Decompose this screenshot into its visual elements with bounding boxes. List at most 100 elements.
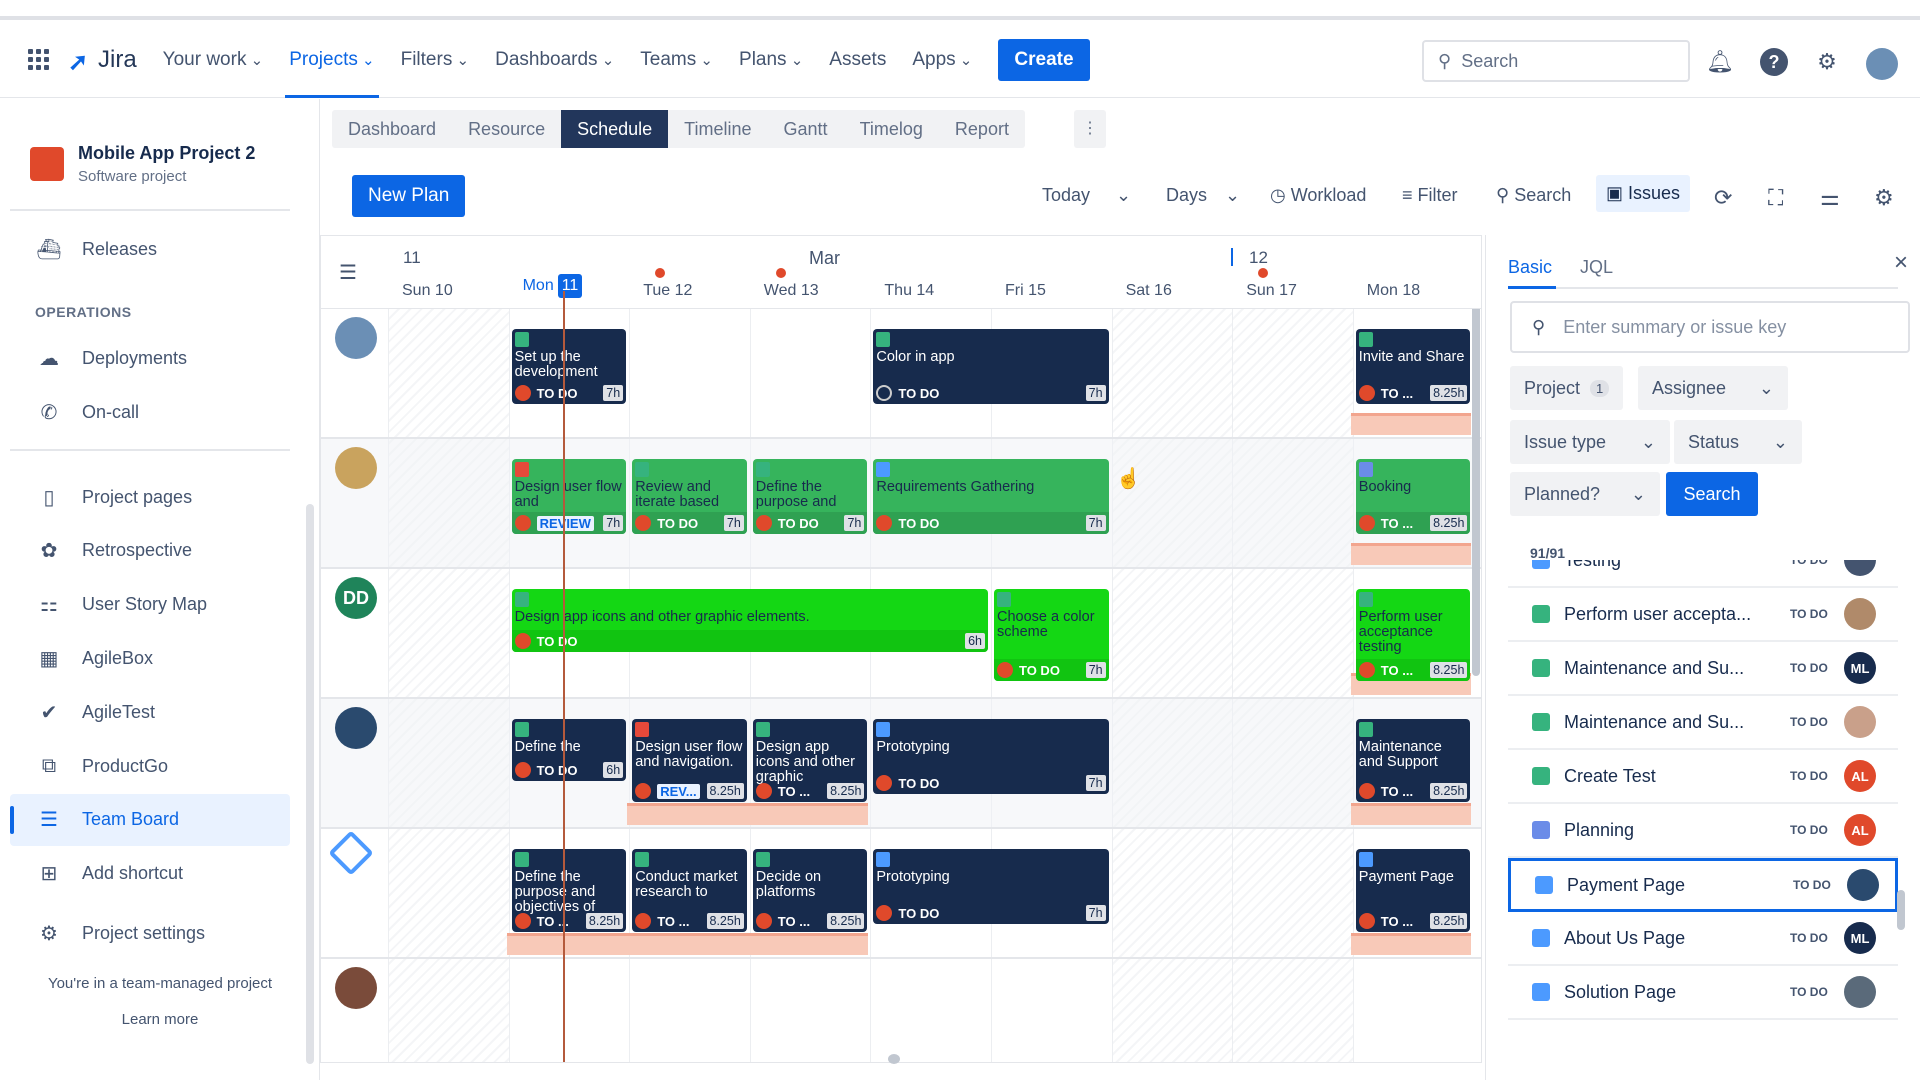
avatar[interactable] bbox=[335, 707, 377, 749]
project-filter[interactable]: Project 1 bbox=[1510, 366, 1624, 410]
task-card[interactable]: Define the purpose and objectives of TO .… bbox=[511, 849, 627, 932]
panel-search-button[interactable]: Search bbox=[1666, 472, 1758, 516]
task-card[interactable]: Design app icons and other graphic eleme… bbox=[511, 589, 988, 652]
task-card[interactable]: Choose a color scheme TO DO 7h bbox=[994, 589, 1109, 681]
task-card[interactable]: Perform user acceptance testing TO ... 8.2… bbox=[1355, 589, 1471, 681]
task-card[interactable]: Invite and Share TO ... 8.25h bbox=[1355, 329, 1471, 404]
create-button[interactable]: Create bbox=[998, 38, 1090, 81]
issue-list-item[interactable]: Maintenance and Su... TO DO ML bbox=[1508, 642, 1898, 696]
today-button[interactable]: Today ⌄ bbox=[1042, 185, 1131, 206]
planned-filter[interactable]: Planned? ⌄ bbox=[1510, 472, 1660, 516]
tab-gantt[interactable]: Gantt bbox=[768, 110, 844, 148]
nav-your-work[interactable]: Your work ⌄ bbox=[163, 22, 264, 98]
nav-teams[interactable]: Teams ⌄ bbox=[640, 22, 713, 98]
nav-dashboards[interactable]: Dashboards ⌄ bbox=[495, 22, 614, 98]
issue-list-item[interactable]: Maintenance and Su... TO DO bbox=[1508, 696, 1898, 750]
sidebar-item-productgo[interactable]: ⧉ ProductGo bbox=[10, 740, 290, 792]
horizontal-scroll-handle[interactable] bbox=[888, 1054, 900, 1064]
issues-button[interactable]: ▣ Issues bbox=[1596, 175, 1691, 212]
settings-icon[interactable]: ⚙ bbox=[1813, 48, 1841, 76]
sidebar-item-releases[interactable]: ⛴︎ Releases bbox=[10, 223, 290, 275]
nav-filters[interactable]: Filters ⌄ bbox=[401, 22, 469, 98]
app-switcher-icon[interactable] bbox=[28, 48, 50, 71]
task-card[interactable]: Color in app TO DO 7h bbox=[873, 329, 1109, 404]
notifications-icon[interactable]: 🔔︎ bbox=[1706, 48, 1734, 76]
issue-search-input[interactable]: ⚲ Enter summary or issue key bbox=[1510, 301, 1910, 353]
refresh-icon[interactable]: ⟳ bbox=[1714, 185, 1732, 211]
sidebar-item-on-call[interactable]: ✆ On-call bbox=[10, 386, 290, 438]
avatar[interactable] bbox=[335, 317, 377, 359]
sidebar-item-user-story-map[interactable]: ⚏ User Story Map bbox=[10, 579, 290, 631]
sidebar-item-project-settings[interactable]: ⚙ Project settings bbox=[10, 907, 290, 959]
tab-basic[interactable]: Basic bbox=[1508, 257, 1552, 278]
nav-assets[interactable]: Assets bbox=[829, 22, 886, 98]
nav-plans[interactable]: Plans ⌄ bbox=[739, 22, 803, 98]
issue-list-item[interactable]: Testing TO DO bbox=[1508, 560, 1898, 588]
new-plan-button[interactable]: New Plan bbox=[352, 175, 466, 217]
user-avatar[interactable] bbox=[1866, 48, 1898, 80]
tab-schedule[interactable]: Schedule bbox=[561, 110, 669, 148]
learn-more-link[interactable]: Learn more bbox=[0, 1011, 320, 1028]
filter-button[interactable]: ≡ Filter bbox=[1402, 185, 1458, 206]
task-card[interactable]: Define the TO DO 6h bbox=[511, 719, 627, 781]
search-button[interactable]: ⚲ Search bbox=[1496, 185, 1571, 206]
avatar[interactable]: DD bbox=[335, 577, 377, 619]
assignee-filter[interactable]: Assignee ⌄ bbox=[1638, 366, 1788, 410]
sidebar-scrollbar[interactable] bbox=[306, 504, 314, 1064]
sliders-icon[interactable]: ⚌ bbox=[1820, 185, 1840, 211]
tab-report[interactable]: Report bbox=[939, 110, 1025, 148]
task-card[interactable]: Design user flow and navigation. REV... 8.… bbox=[632, 719, 747, 802]
task-card[interactable]: Prototyping TO DO 7h bbox=[873, 719, 1109, 794]
issue-type-filter[interactable]: Issue type ⌄ bbox=[1510, 420, 1670, 464]
sidebar-item-deployments[interactable]: ☁︎ Deployments bbox=[10, 332, 290, 384]
issue-list-item[interactable]: Create Test TO DO AL bbox=[1508, 750, 1898, 804]
panel-scrollbar[interactable] bbox=[1897, 890, 1905, 930]
task-card[interactable]: Conduct market research to TO ... 8.25h bbox=[632, 849, 747, 932]
sidebar-item-retrospective[interactable]: ✿ Retrospective bbox=[10, 525, 290, 577]
task-card[interactable]: Review and iterate based TO DO 7h bbox=[632, 459, 747, 534]
nav-projects[interactable]: Projects ⌄ bbox=[285, 22, 380, 98]
global-search-input[interactable]: ⚲ Search bbox=[1422, 40, 1690, 82]
tab-jql[interactable]: JQL bbox=[1580, 257, 1613, 278]
task-card[interactable]: Set up the development TO DO 7h bbox=[511, 329, 627, 404]
nav-apps[interactable]: Apps ⌄ bbox=[912, 22, 972, 98]
avatar[interactable] bbox=[335, 447, 377, 489]
workload-button[interactable]: ◷ Workload bbox=[1270, 185, 1366, 206]
task-card[interactable]: Design app icons and other graphic TO ...… bbox=[752, 719, 868, 802]
sidebar-item-agiletest[interactable]: ✔ AgileTest bbox=[10, 686, 290, 738]
task-card[interactable]: Booking TO ... 8.25h bbox=[1355, 459, 1471, 534]
sidebar-item-project-pages[interactable]: ▯ Project pages bbox=[10, 471, 290, 523]
issue-list-item[interactable]: About Us Page TO DO ML bbox=[1508, 912, 1898, 966]
task-card[interactable]: Requirements Gathering TO DO 7h bbox=[873, 459, 1109, 534]
task-card[interactable]: Payment Page TO ... 8.25h bbox=[1355, 849, 1471, 932]
tab-timeline[interactable]: Timeline bbox=[668, 110, 767, 148]
sidebar-item-agilebox[interactable]: ▦ AgileBox bbox=[10, 632, 290, 684]
sidebar-item-add-shortcut[interactable]: ⊞ Add shortcut bbox=[10, 848, 290, 900]
settings-icon[interactable]: ⚙ bbox=[1874, 185, 1894, 211]
tab-resource[interactable]: Resource bbox=[452, 110, 561, 148]
issue-list-item[interactable]: Planning TO DO AL bbox=[1508, 804, 1898, 858]
task-card[interactable]: Decide on platforms TO ... 8.25h bbox=[752, 849, 868, 932]
task-card[interactable]: Design user flow and REVIEW 7h bbox=[511, 459, 627, 534]
more-tabs-button[interactable]: ⋮ bbox=[1074, 110, 1106, 148]
jira-logo[interactable]: ➚ Jira bbox=[68, 46, 137, 76]
project-header[interactable]: Mobile App Project 2 Software project bbox=[30, 143, 255, 185]
tab-timelog[interactable]: Timelog bbox=[844, 110, 939, 148]
task-card[interactable]: Maintenance and Support TO ... 8.25h bbox=[1355, 719, 1471, 802]
sidebar-item-team-board[interactable]: ☰ Team Board bbox=[10, 793, 290, 846]
help-icon[interactable]: ? bbox=[1760, 48, 1788, 76]
day-label: Fri 15 bbox=[1005, 282, 1046, 300]
filter-rows-icon[interactable]: ☰ bbox=[339, 260, 357, 285]
issue-list-item[interactable]: Payment Page TO DO bbox=[1508, 858, 1898, 912]
issue-list-item[interactable]: Solution Page TO DO bbox=[1508, 966, 1898, 1020]
task-card[interactable]: Define the purpose and TO DO 7h bbox=[752, 459, 868, 534]
today-badge: 11 bbox=[557, 274, 583, 298]
tab-dashboard[interactable]: Dashboard bbox=[332, 110, 452, 148]
task-card[interactable]: Prototyping TO DO 7h bbox=[873, 849, 1109, 924]
status-filter[interactable]: Status ⌄ bbox=[1674, 420, 1802, 464]
avatar[interactable] bbox=[335, 967, 377, 1009]
days-dropdown[interactable]: Days ⌄ bbox=[1166, 185, 1240, 206]
close-icon[interactable]: × bbox=[1894, 249, 1908, 277]
issue-list-item[interactable]: Perform user accepta... TO DO bbox=[1508, 588, 1898, 642]
fullscreen-icon[interactable]: ⛶ bbox=[1768, 185, 1783, 211]
